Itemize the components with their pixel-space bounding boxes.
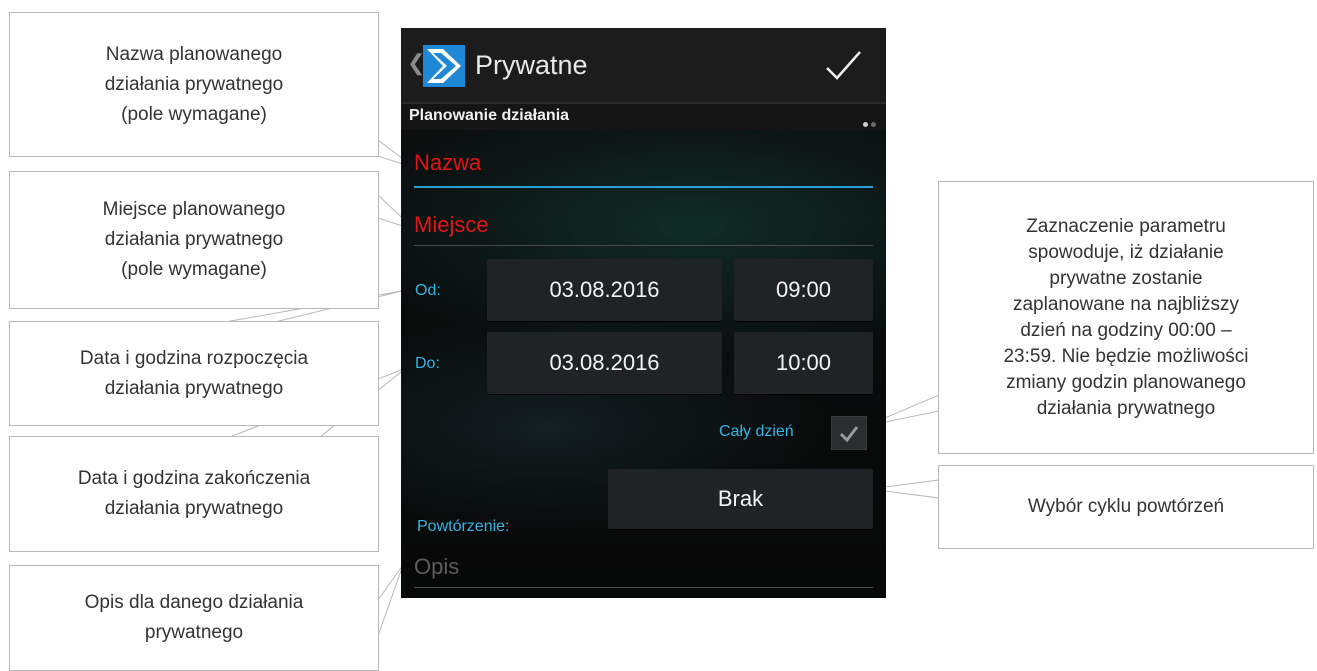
- repeat-label: Powtórzenie:: [417, 518, 510, 535]
- description-input-underline: [414, 587, 873, 588]
- app-logo-icon[interactable]: [423, 45, 465, 87]
- checkmark-icon[interactable]: [823, 46, 863, 86]
- name-input-underline: [414, 186, 873, 188]
- from-date-button[interactable]: 03.08.2016: [487, 259, 722, 321]
- from-time-button[interactable]: 09:00: [734, 259, 873, 321]
- all-day-label: Cały dzień: [719, 423, 794, 440]
- callout-all-day: Zaznaczenie parametru spowoduje, iż dzia…: [938, 181, 1314, 454]
- phone-screen: ❮ Prywatne Planowanie działania Nazwa Mi…: [401, 28, 886, 598]
- callout-end: Data i godzina zakończenia działania pry…: [9, 436, 379, 552]
- callout-name: Nazwa planowanego działania prywatnego (…: [9, 12, 379, 157]
- callout-start: Data i godzina rozpoczęcia działania pry…: [9, 321, 379, 426]
- page-indicator: [860, 114, 876, 132]
- section-header: Planowanie działania: [401, 102, 886, 130]
- action-bar: ❮ Prywatne: [401, 28, 886, 102]
- checkbox-checked-icon: [839, 426, 859, 443]
- leader-description: [377, 564, 404, 637]
- callout-description: Opis dla danego działania prywatnego: [9, 565, 379, 671]
- name-input[interactable]: Nazwa: [414, 150, 481, 176]
- all-day-checkbox[interactable]: [831, 416, 867, 450]
- place-input-underline: [414, 245, 873, 246]
- description-input[interactable]: Opis: [414, 554, 459, 580]
- place-input[interactable]: Miejsce: [414, 212, 489, 238]
- page-title: Prywatne: [475, 50, 588, 80]
- callout-repeat: Wybór cyklu powtórzeń: [938, 465, 1314, 549]
- to-time-button[interactable]: 10:00: [734, 332, 873, 394]
- repeat-button[interactable]: Brak: [608, 469, 873, 529]
- to-label: Do:: [415, 355, 440, 372]
- to-date-button[interactable]: 03.08.2016: [487, 332, 722, 394]
- section-title: Planowanie działania: [409, 107, 570, 124]
- callout-place: Miejsce planowanego działania prywatnego…: [9, 171, 379, 309]
- from-label: Od:: [415, 282, 441, 299]
